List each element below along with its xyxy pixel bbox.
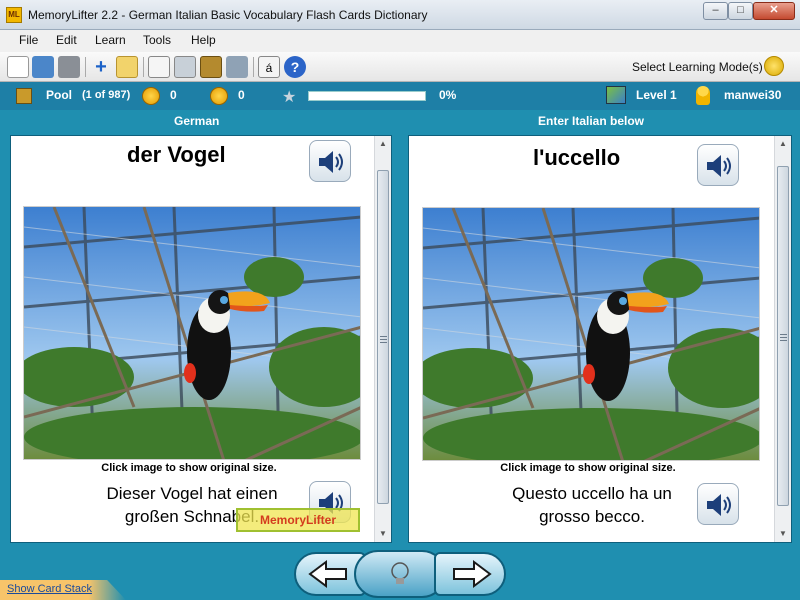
title-bar: ML MemoryLifter 2.2 - German Italian Bas… — [0, 0, 800, 30]
statistics-icon[interactable] — [174, 56, 196, 78]
menu-edit[interactable]: Edit — [56, 33, 77, 47]
answer-scrollbar[interactable]: ▲ ▼ — [774, 136, 791, 542]
sad-smiley-icon — [210, 87, 228, 105]
app-icon: ML — [6, 7, 22, 23]
username: manwei30 — [724, 88, 782, 102]
answer-column-header: Enter Italian below — [538, 114, 645, 128]
thumb-grip — [380, 342, 387, 343]
answer-sentence-line2: grosso becco. — [539, 507, 645, 526]
correct-count: 0 — [170, 88, 177, 102]
learning-mode-label[interactable]: Select Learning Mode(s) — [632, 60, 763, 74]
toolbar-separator — [85, 57, 86, 77]
show-card-stack-link[interactable]: Show Card Stack — [7, 583, 92, 595]
settings-tools-icon[interactable] — [226, 56, 248, 78]
thumb-grip — [380, 336, 387, 337]
scroll-down-icon[interactable]: ▼ — [775, 526, 791, 542]
hint-button[interactable] — [354, 550, 446, 598]
thumb-grip — [780, 334, 787, 335]
open-folder-icon[interactable] — [32, 56, 54, 78]
question-column-header: German — [174, 114, 220, 128]
answer-sentence: Questo uccello ha un grosso becco. — [467, 482, 717, 528]
edit-card-icon[interactable] — [116, 56, 138, 78]
toolbar: + á ? Select Learning Mode(s) — [0, 52, 800, 82]
image-hint: Click image to show original size. — [101, 462, 277, 474]
menu-file[interactable]: File — [19, 33, 38, 47]
question-sentence-line1: Dieser Vogel hat einen — [106, 484, 278, 503]
answer-card: l'uccello Click image to show original s… — [408, 135, 792, 543]
level-label: Level 1 — [636, 88, 677, 102]
memorylifter-watermark: MemoryLifter — [236, 508, 360, 532]
new-file-icon[interactable] — [7, 56, 29, 78]
toucan-photo — [423, 208, 759, 460]
thumb-grip — [780, 340, 787, 341]
scroll-up-icon[interactable]: ▲ — [375, 136, 391, 152]
toolbar-separator — [143, 57, 144, 77]
scroll-down-icon[interactable]: ▼ — [375, 526, 391, 542]
toucan-image[interactable] — [23, 206, 361, 460]
next-card-button[interactable] — [434, 552, 506, 596]
pool-label: Pool — [46, 88, 72, 102]
pool-count: (1 of 987) — [82, 89, 131, 101]
print-icon[interactable] — [58, 56, 80, 78]
add-card-icon[interactable]: + — [90, 56, 112, 78]
menu-bar: File Edit Learn Tools Help — [0, 30, 800, 52]
menu-help[interactable]: Help — [191, 33, 216, 47]
question-scrollbar[interactable]: ▲ ▼ — [374, 136, 391, 542]
special-char-icon[interactable]: á — [258, 56, 280, 78]
menu-tools[interactable]: Tools — [143, 33, 171, 47]
toucan-photo — [24, 207, 360, 459]
show-card-stack-tab[interactable]: Show Card Stack — [0, 580, 126, 600]
speaker-icon — [319, 151, 343, 173]
wrong-count: 0 — [238, 88, 245, 102]
star-icon: ★ — [282, 89, 297, 106]
answer-word: l'uccello — [533, 145, 621, 170]
maximize-button[interactable]: □ — [728, 2, 753, 20]
speaker-icon — [707, 155, 731, 177]
speaker-icon — [707, 494, 731, 516]
help-icon[interactable]: ? — [284, 56, 306, 78]
menu-learn[interactable]: Learn — [95, 33, 126, 47]
pool-box-icon[interactable] — [16, 88, 32, 104]
level-boxes-icon — [606, 86, 626, 104]
bottom-navigation — [0, 548, 800, 600]
presentation-icon[interactable] — [148, 56, 170, 78]
answer-sentence-line1: Questo uccello ha un — [512, 484, 672, 503]
play-answer-audio-button[interactable] — [697, 144, 739, 186]
close-button[interactable]: ✕ — [753, 2, 795, 20]
progress-percent: 0% — [439, 88, 457, 102]
scroll-up-icon[interactable]: ▲ — [775, 136, 791, 152]
play-sentence-audio-button[interactable] — [697, 483, 739, 525]
learning-mode-icon[interactable] — [764, 56, 784, 76]
thumb-grip — [780, 337, 787, 338]
toolbar-separator — [253, 57, 254, 77]
lightbulb-icon — [391, 562, 409, 584]
happy-smiley-icon — [142, 87, 160, 105]
play-audio-button[interactable] — [309, 140, 351, 182]
toucan-image[interactable] — [422, 207, 760, 461]
thumb-grip — [380, 339, 387, 340]
minimize-button[interactable]: – — [703, 2, 728, 20]
question-card: der Vogel Click image to show original s… — [10, 135, 392, 543]
scroll-thumb[interactable] — [777, 166, 789, 506]
progress-bar — [308, 91, 426, 101]
stats-bar: Pool (1 of 987) 0 0 ★ 0% Level 1 manwei3… — [0, 82, 800, 110]
user-icon — [696, 86, 710, 105]
window-title: MemoryLifter 2.2 - German Italian Basic … — [28, 8, 428, 22]
card-box-icon[interactable] — [200, 56, 222, 78]
image-hint: Click image to show original size. — [500, 462, 676, 474]
arrow-right-icon — [453, 560, 492, 588]
scroll-thumb[interactable] — [377, 170, 389, 504]
